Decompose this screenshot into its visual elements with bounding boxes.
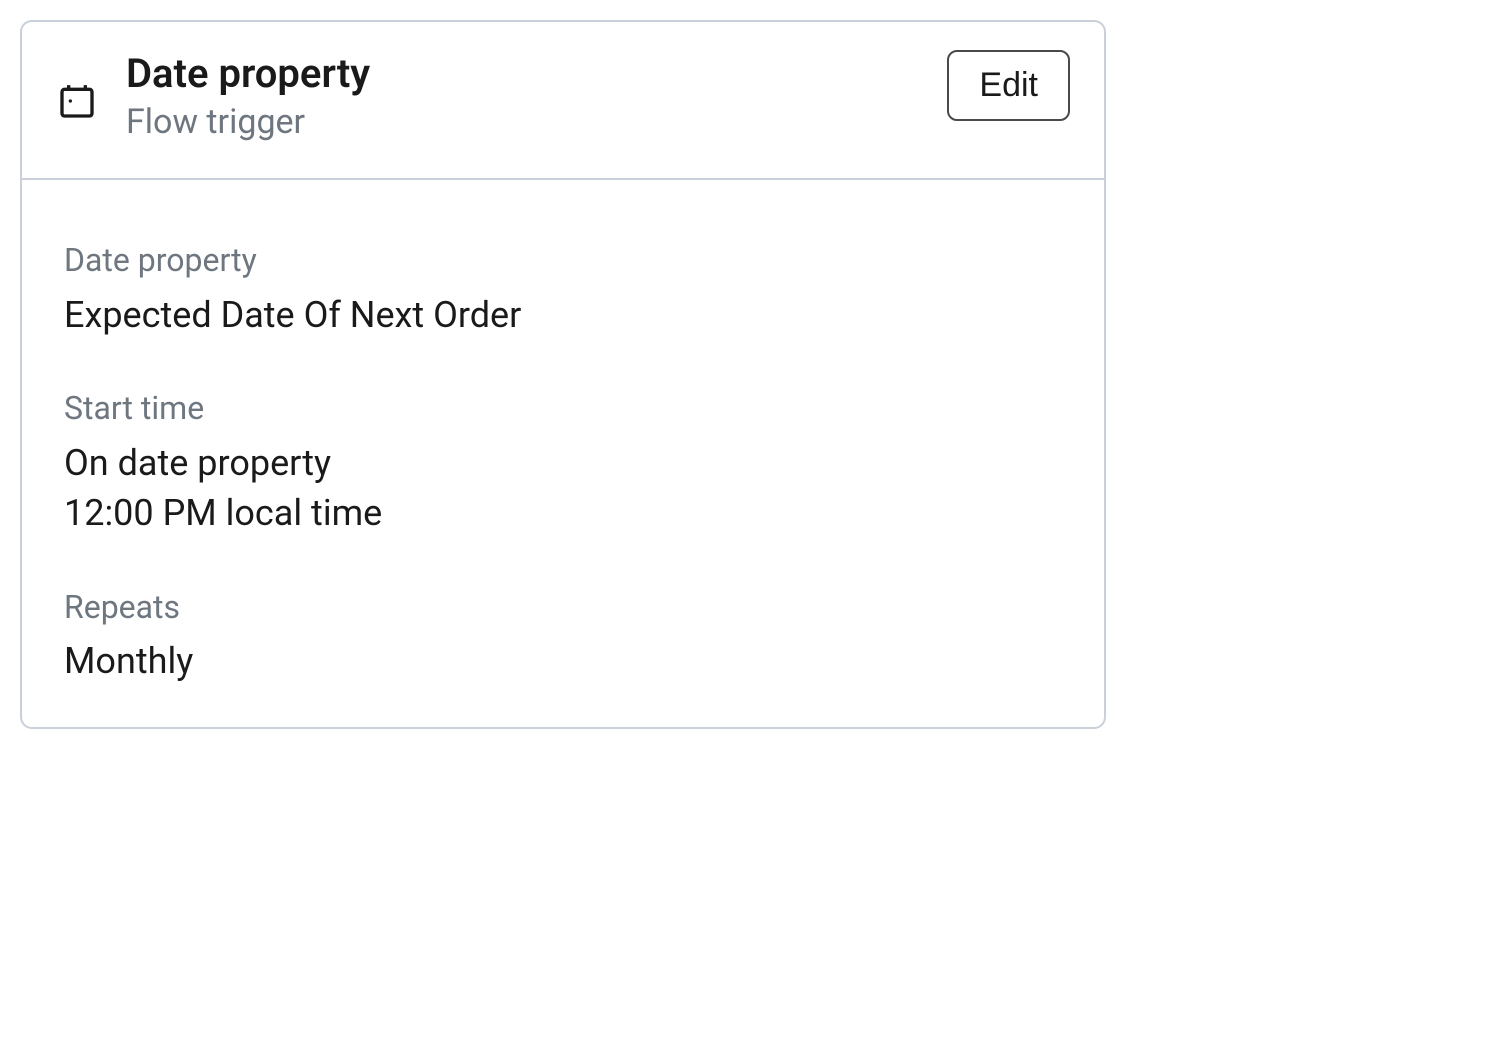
field-value: On date property [64,438,1062,488]
calendar-icon [56,80,98,122]
card-subtitle: Flow trigger [126,100,947,144]
header-text: Date property Flow trigger [126,50,947,144]
card-header: Date property Flow trigger Edit [22,22,1104,180]
field-label: Repeats [64,587,1062,629]
card-body: Date property Expected Date Of Next Orde… [22,180,1104,726]
edit-button[interactable]: Edit [947,50,1070,121]
field-date-property: Date property Expected Date Of Next Orde… [64,240,1062,340]
field-repeats: Repeats Monthly [64,587,1062,687]
field-label: Start time [64,388,1062,430]
field-start-time: Start time On date property 12:00 PM loc… [64,388,1062,538]
field-value: Monthly [64,636,1062,686]
card-title: Date property [126,50,947,98]
field-value: Expected Date Of Next Order [64,290,1062,340]
trigger-card: Date property Flow trigger Edit Date pro… [20,20,1106,729]
field-label: Date property [64,240,1062,282]
field-value: 12:00 PM local time [64,488,1062,538]
